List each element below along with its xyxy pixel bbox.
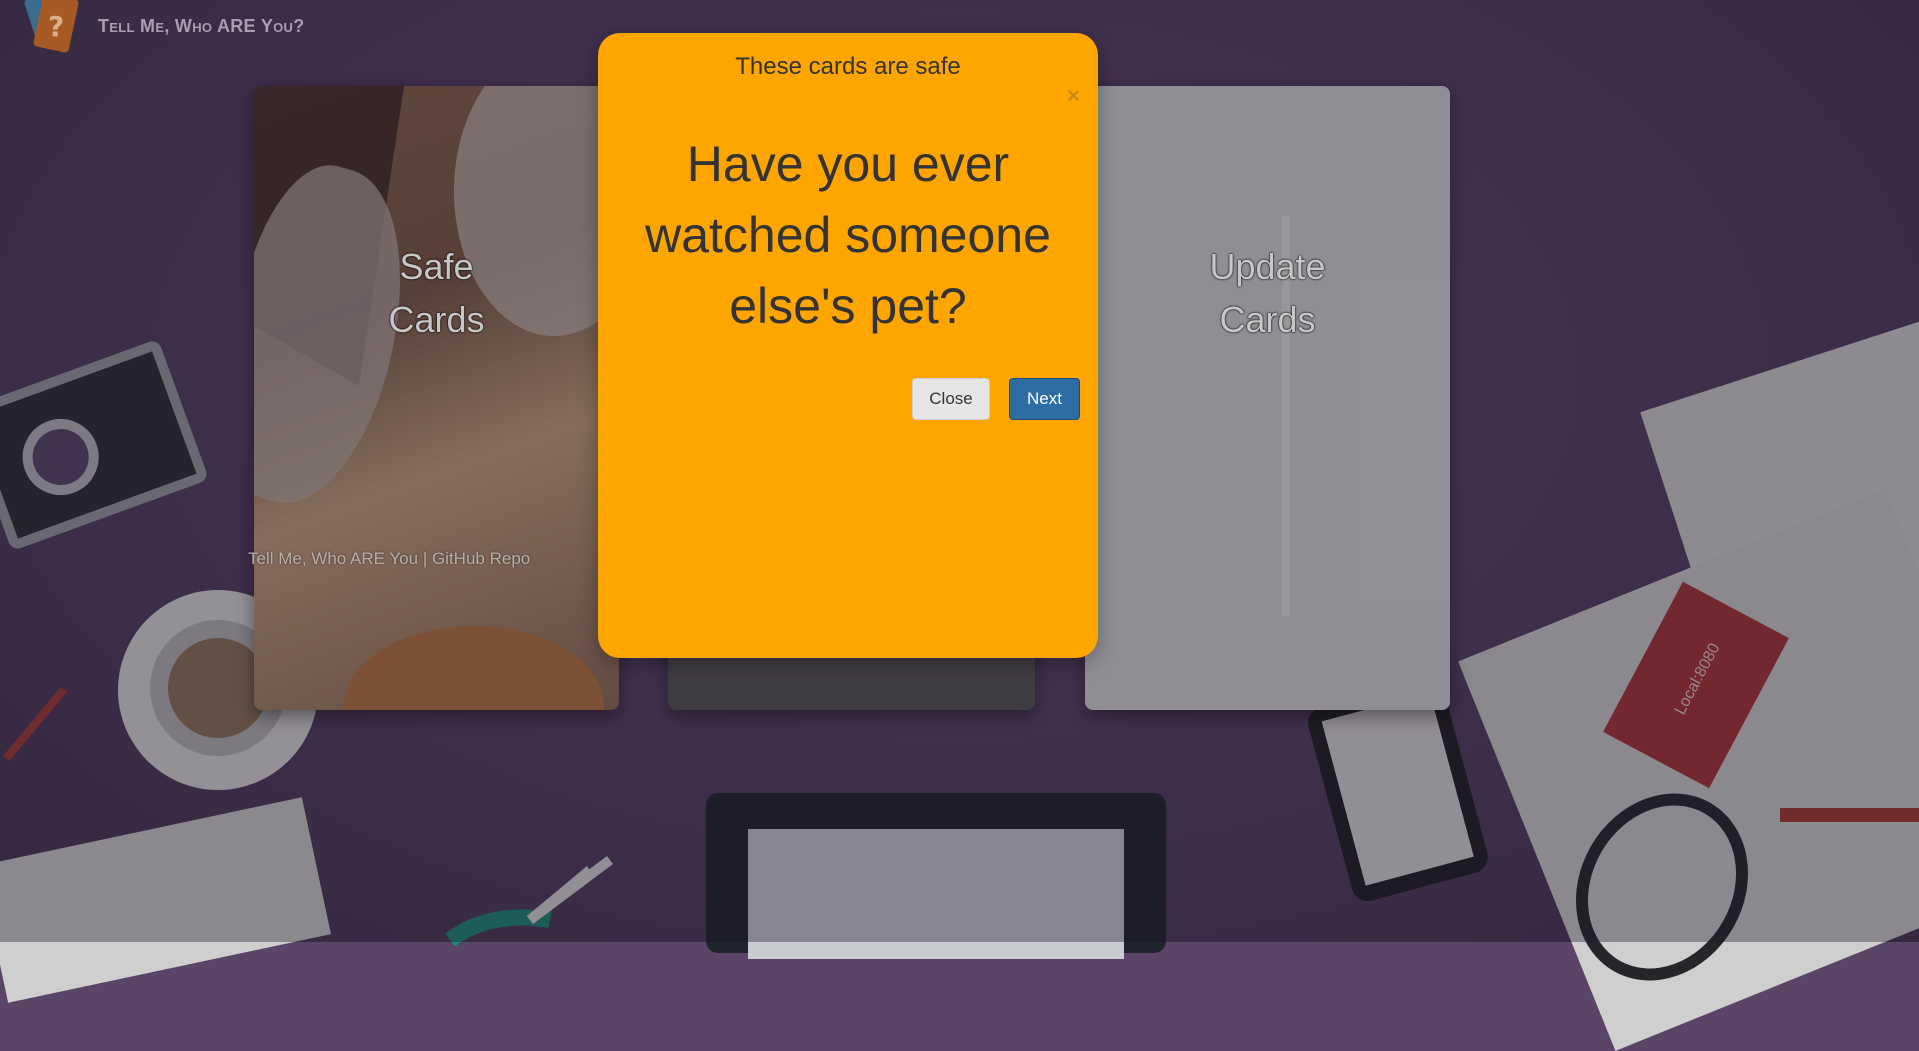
close-icon[interactable]: × (1067, 83, 1080, 109)
safe-cards-title-line1: Safe (399, 246, 474, 287)
update-cards-title-line1: Update (1209, 246, 1326, 287)
question-text: Have you ever watched someone else's pet… (645, 136, 1051, 334)
brand-title: Tell Me, Who ARE You? (98, 15, 305, 36)
update-cards-title-line2: Cards (1219, 299, 1316, 340)
brand[interactable]: ? Tell Me, Who ARE You? (23, 0, 305, 60)
cards-logo-icon: ? (23, 0, 80, 60)
safe-cards-title-line2: Cards (388, 299, 485, 340)
modal-header: These cards are safe (735, 53, 961, 80)
question-modal: These cards are safe × Have you ever wat… (598, 33, 1098, 658)
close-button[interactable]: Close (912, 378, 990, 420)
github-repo-link[interactable]: Tell Me, Who ARE You | GitHub Repo (248, 549, 530, 569)
next-button[interactable]: Next (1009, 378, 1080, 420)
update-cards-title: Update Cards (1085, 240, 1450, 346)
safe-cards-title: Safe Cards (254, 240, 619, 346)
